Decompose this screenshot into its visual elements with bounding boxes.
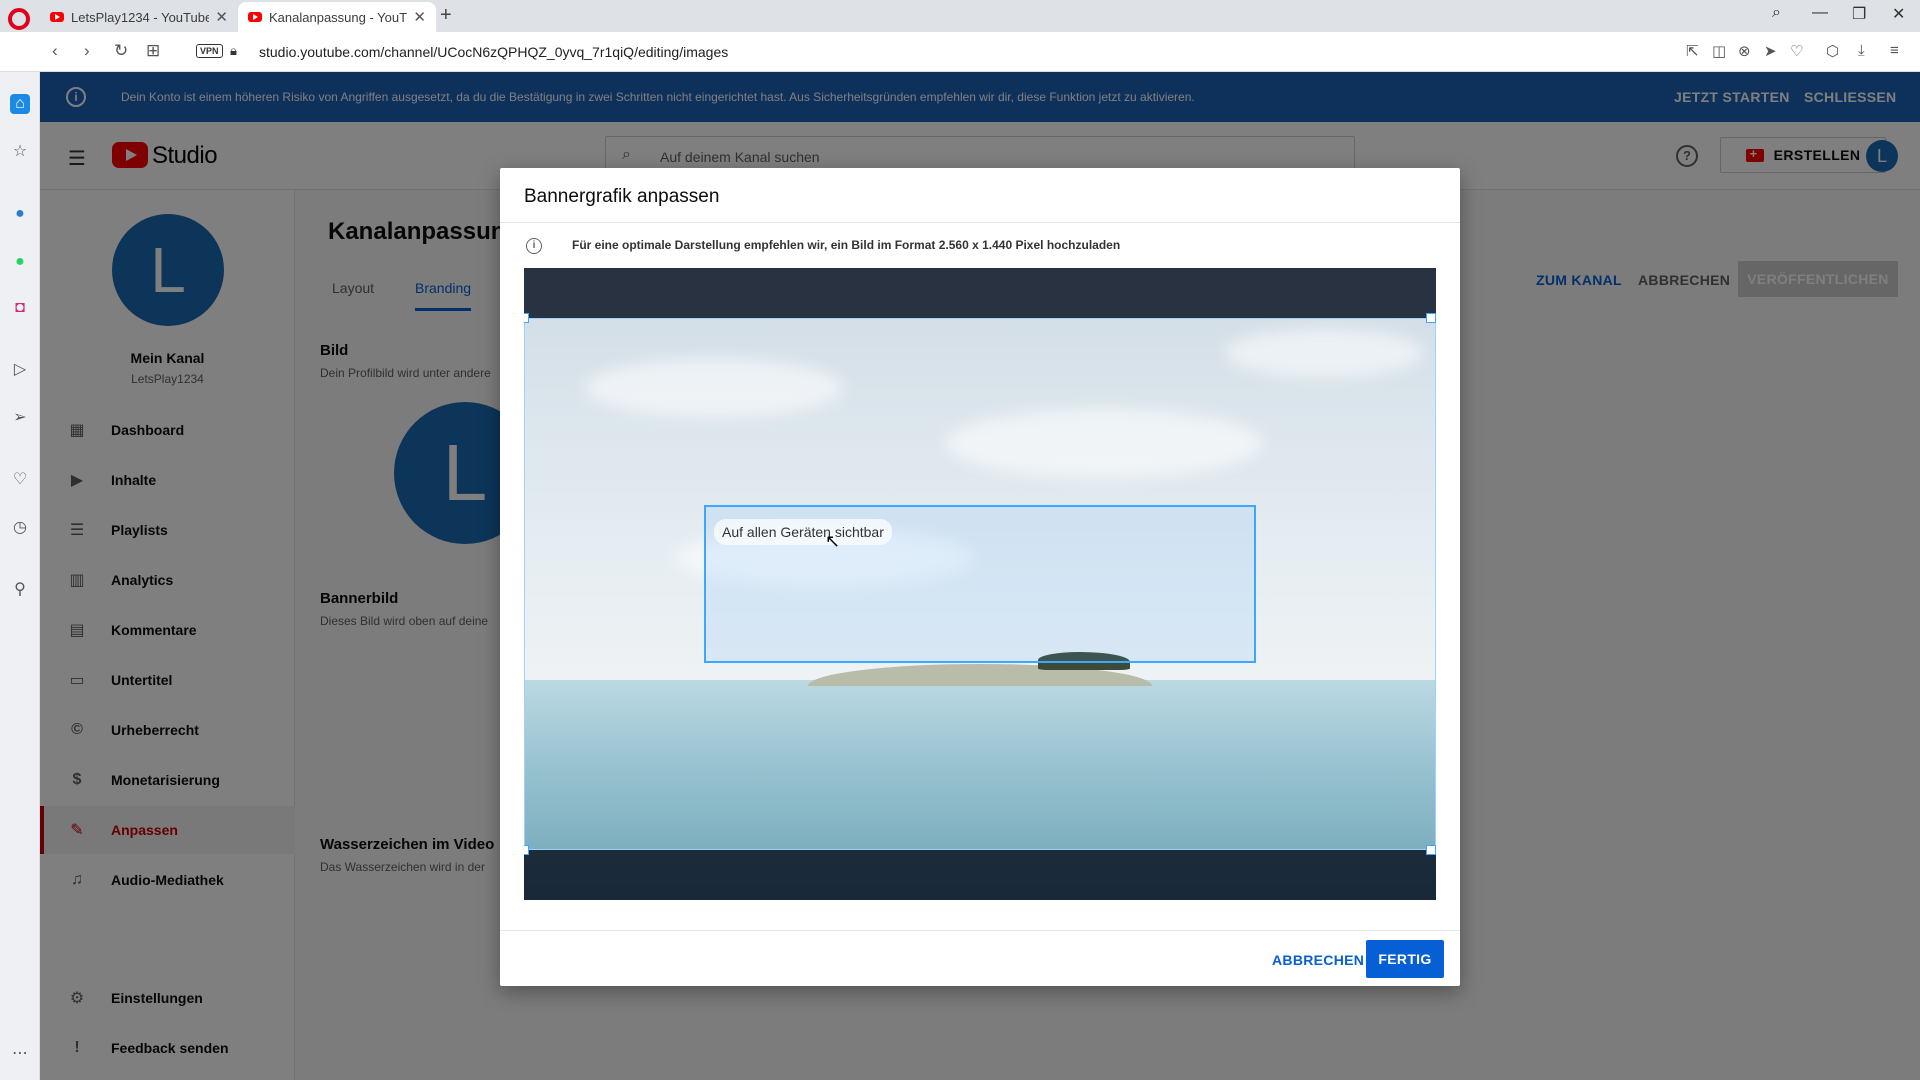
home-icon[interactable]: ⌂ — [10, 94, 30, 114]
camera-icon[interactable]: ◫ — [1712, 42, 1726, 60]
crop-handle-bottom-right[interactable] — [1426, 845, 1436, 855]
divider — [500, 930, 1460, 931]
dialog-title: Bannergrafik anpassen — [524, 186, 720, 207]
mouse-cursor-icon: ↖ — [825, 531, 841, 551]
info-icon: i — [526, 238, 542, 254]
location-pin-icon[interactable]: ⚲ — [10, 580, 30, 600]
history-clock-icon[interactable]: ◷ — [10, 518, 30, 538]
minimize-icon[interactable]: — — [1812, 4, 1828, 22]
player-icon[interactable]: ▷ — [10, 360, 30, 380]
banner-crop-dialog: Bannergrafik anpassen i Für eine optimal… — [500, 168, 1460, 986]
instagram-icon[interactable]: ◘ — [10, 298, 30, 318]
crop-mask-bottom — [524, 850, 1436, 900]
crop-handle-top-left[interactable] — [524, 313, 529, 323]
browser-tab-letsplay[interactable]: LetsPlay1234 - YouTube ✕ — [40, 2, 238, 32]
crop-mask-top — [524, 268, 1436, 318]
download-icon[interactable]: ⤓ — [1858, 42, 1865, 59]
share-icon[interactable]: ⇱ — [1686, 42, 1699, 60]
restore-icon[interactable]: ❐ — [1852, 4, 1866, 24]
url-field[interactable]: studio.youtube.com/channel/UCocN6zQPHQZ_… — [259, 44, 728, 60]
menu-icon[interactable]: ≡ — [1890, 42, 1899, 59]
divider — [500, 222, 1460, 223]
close-tab-icon[interactable]: ✕ — [215, 8, 228, 26]
search-tabs-icon[interactable]: ⌕ — [1772, 4, 1781, 22]
tab-title: LetsPlay1234 - YouTube — [71, 9, 210, 25]
reload-icon[interactable]: ↻ — [114, 41, 128, 61]
browser-tab-bar: LetsPlay1234 - YouTube ✕ Kanalanpassung … — [0, 0, 1920, 32]
messenger-icon[interactable]: ● — [10, 204, 30, 224]
youtube-favicon-icon — [248, 12, 262, 22]
close-tab-icon[interactable]: ✕ — [413, 8, 426, 26]
vpn-badge[interactable]: VPN — [196, 44, 223, 58]
dialog-done-button[interactable]: FERTIG — [1366, 940, 1444, 978]
dialog-info-text: Für eine optimale Darstellung empfehlen … — [572, 238, 1121, 252]
new-tab-icon[interactable]: + — [440, 4, 452, 27]
opera-sidebar: ⌂ ☆ ● ● ◘ ▷ ➢ ♡ ◷ ⚲ ⋯ — [0, 72, 40, 1080]
safe-area-box: Auf allen Geräten sichtbar — [704, 505, 1256, 663]
extensions-icon[interactable]: ⬡ — [1826, 42, 1839, 60]
tab-title: Kanalanpassung - YouTube — [269, 9, 407, 25]
dialog-cancel-button[interactable]: ABBRECHEN — [1260, 942, 1376, 978]
flow-icon[interactable]: ➢ — [10, 408, 30, 428]
browser-tab-kanalanpassung[interactable]: Kanalanpassung - YouTube ✕ — [238, 2, 436, 32]
favorites-heart-icon[interactable]: ♡ — [10, 470, 30, 490]
speed-dial-icon[interactable]: ⊞ — [146, 41, 160, 61]
address-bar: ‹ › ↻ ⊞ VPN 🔒︎ studio.youtube.com/channe… — [0, 32, 1920, 72]
whatsapp-icon[interactable]: ● — [10, 252, 30, 272]
forward-icon[interactable]: › — [84, 41, 90, 61]
crop-handle-bottom-left[interactable] — [524, 845, 529, 855]
bookmark-star-icon[interactable]: ☆ — [10, 142, 30, 162]
banner-crop-canvas[interactable]: Auf allen Geräten sichtbar ↖ — [524, 268, 1436, 900]
opera-logo-icon[interactable] — [8, 8, 30, 30]
close-window-icon[interactable]: ✕ — [1892, 4, 1905, 24]
adblock-icon[interactable]: ⊗ — [1738, 42, 1751, 60]
send-icon[interactable]: ➤ — [1764, 42, 1777, 60]
crop-handle-top-right[interactable] — [1426, 313, 1436, 323]
youtube-favicon-icon — [50, 12, 64, 22]
heart-icon[interactable]: ♡ — [1790, 42, 1803, 60]
more-icon[interactable]: ⋯ — [10, 1044, 30, 1064]
back-icon[interactable]: ‹ — [52, 41, 58, 61]
safe-area-label: Auf allen Geräten sichtbar — [714, 519, 892, 545]
lock-icon[interactable]: 🔒︎ — [230, 43, 237, 59]
